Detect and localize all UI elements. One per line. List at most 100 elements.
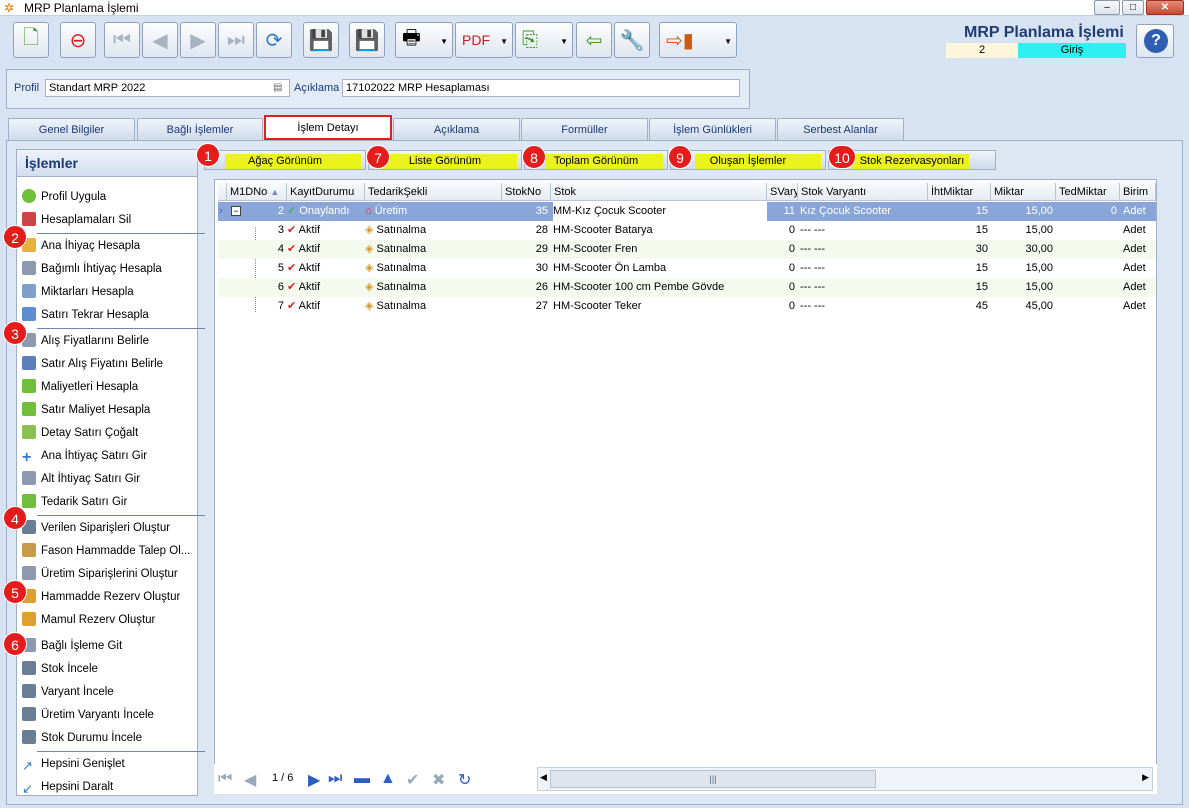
active-check-icon: ✔ bbox=[287, 262, 297, 274]
scroll-left-icon[interactable]: ◀ bbox=[540, 772, 547, 783]
column-header-stokno[interactable]: StokNo bbox=[502, 183, 551, 201]
tab-serbest-alanlar[interactable]: Serbest Alanlar bbox=[777, 118, 904, 140]
column-header-tedmiktar[interactable]: TedMiktar bbox=[1056, 183, 1120, 201]
maximize-button[interactable]: □ bbox=[1122, 0, 1144, 15]
sidebar-item-fason-hammadde[interactable]: Fason Hammadde Talep Ol... bbox=[22, 541, 196, 561]
tab-genel-bilgiler[interactable]: Genel Bilgiler bbox=[8, 118, 135, 140]
sidebar-item-satir-maliyet[interactable]: Satır Maliyet Hesapla bbox=[22, 400, 196, 420]
column-header-kayitdurumu[interactable]: KayıtDurumu bbox=[287, 183, 365, 201]
sidebar-item-ana-ihtiyac[interactable]: Ana İhiyaç Hesapla bbox=[22, 236, 196, 256]
column-header-ihtmiktar[interactable]: İhtMiktar bbox=[928, 183, 991, 201]
settings-button[interactable]: 🔧 bbox=[614, 22, 650, 58]
exit-button[interactable]: ⇨▮ ▼ bbox=[659, 22, 737, 58]
last-record-button[interactable]: ⏭ bbox=[218, 22, 254, 58]
tab-formuller[interactable]: Formüller bbox=[521, 118, 648, 140]
sidebar-item-alis-fiyatlari[interactable]: Alış Fiyatlarını Belirle bbox=[22, 331, 196, 351]
sidebar-item-maliyetleri-hesapla[interactable]: Maliyetleri Hesapla bbox=[22, 377, 196, 397]
tab-islem-detayi[interactable]: İşlem Detayı bbox=[264, 115, 392, 140]
print-button[interactable]: 🖶 ▼ bbox=[395, 22, 453, 58]
help-button[interactable]: ? bbox=[1136, 24, 1174, 58]
callout-badge: 6 bbox=[3, 632, 27, 656]
sidebar-item-stok-incele[interactable]: Stok İncele bbox=[22, 659, 196, 679]
tab-olusan-islemler[interactable]: Oluşan İşlemler bbox=[670, 150, 826, 170]
column-header-miktar[interactable]: Miktar bbox=[991, 183, 1056, 201]
sidebar-item-miktarlari-hesapla[interactable]: Miktarları Hesapla bbox=[22, 282, 196, 302]
sidebar-item-stok-durumu[interactable]: Stok Durumu İncele bbox=[22, 728, 196, 748]
table-row[interactable]: › − 2 ✓ Onaylandı ⌂ Üretim 35 MM-Kız Çoc… bbox=[218, 202, 1156, 221]
column-header-birim[interactable]: Birim bbox=[1120, 183, 1156, 201]
sidebar-item-hesaplamalari-sil[interactable]: Hesaplamaları Sil bbox=[22, 210, 196, 230]
supply-row-icon bbox=[22, 494, 36, 508]
close-button[interactable]: ✕ bbox=[1146, 0, 1184, 15]
sidebar-item-bagimli-ihtiyac[interactable]: Bağımlı İhtiyaç Hesapla bbox=[22, 259, 196, 279]
gear-icon bbox=[22, 707, 36, 721]
table-row[interactable]: 5 ✔ Aktif ◈ Satınalma 30 HM-Scooter Ön L… bbox=[218, 259, 1156, 278]
sidebar-item-bagli-isleme-git[interactable]: Bağlı İşleme Git bbox=[22, 636, 196, 656]
tab-bagli-islemler[interactable]: Bağlı İşlemler bbox=[137, 118, 263, 140]
sidebar-item-varyant-incele[interactable]: Varyant İncele bbox=[22, 682, 196, 702]
table-row[interactable]: 7 ✔ Aktif ◈ Satınalma 27 HM-Scooter Teke… bbox=[218, 297, 1156, 316]
sidebar-item-ana-ihtiyac-satiri[interactable]: + Ana İhtiyaç Satırı Gir bbox=[22, 446, 196, 466]
sidebar-item-mamul-rezerv[interactable]: Mamul Rezerv Oluştur bbox=[22, 610, 196, 630]
callout-badge: 4 bbox=[3, 506, 27, 530]
first-record-button[interactable]: ⏮ bbox=[104, 22, 140, 58]
table-row[interactable]: 4 ✔ Aktif ◈ Satınalma 29 HM-Scooter Fren… bbox=[218, 240, 1156, 259]
sidebar-item-hammadde-rezerv[interactable]: Hammadde Rezerv Oluştur bbox=[22, 587, 196, 607]
previous-icon: ◀ bbox=[152, 29, 168, 52]
save-button[interactable]: 💾 bbox=[303, 22, 339, 58]
column-header-m1dno[interactable]: M1DNo ▲ bbox=[227, 183, 287, 201]
table-row[interactable]: 3 ✔ Aktif ◈ Satınalma 28 HM-Scooter Bata… bbox=[218, 221, 1156, 240]
aciklama-field[interactable]: 17102022 MRP Hesaplaması bbox=[342, 79, 740, 97]
sidebar-item-tedarik-satiri[interactable]: Tedarik Satırı Gir bbox=[22, 492, 196, 512]
reserve-icon bbox=[22, 612, 36, 626]
profil-field[interactable]: Standart MRP 2022 bbox=[45, 79, 290, 97]
tab-liste-gorunum[interactable]: Liste Görünüm bbox=[368, 150, 522, 170]
collapse-node-icon[interactable]: − bbox=[231, 202, 241, 221]
column-header-tedariksekli[interactable]: TedarikŞekli bbox=[365, 183, 502, 201]
scroll-thumb[interactable]: ||| bbox=[550, 770, 876, 788]
sidebar-item-profil-uygula[interactable]: Profil Uygula bbox=[22, 187, 196, 207]
sidebar-item-satiri-tekrar[interactable]: Satırı Tekrar Hesapla bbox=[22, 305, 196, 325]
minimize-button[interactable]: ‒ bbox=[1094, 0, 1120, 15]
nav-up-icon[interactable]: ▲ bbox=[380, 770, 396, 788]
refresh-button[interactable]: ⟳ bbox=[256, 22, 292, 58]
nav-confirm-icon[interactable]: ✔ bbox=[406, 770, 419, 790]
import-button[interactable]: ⇦ bbox=[576, 22, 612, 58]
sidebar-item-detay-cogalt[interactable]: Detay Satırı Çoğalt bbox=[22, 423, 196, 443]
barcode-icon bbox=[22, 661, 36, 675]
sidebar-item-satir-alis-fiyati[interactable]: Satır Alış Fiyatını Belirle bbox=[22, 354, 196, 374]
sidebar-item-hepsini-daralt[interactable]: ↙ Hepsini Daralt bbox=[22, 777, 196, 797]
save-close-button[interactable]: 💾 bbox=[349, 22, 385, 58]
sidebar-item-uretim-varyanti[interactable]: Üretim Varyantı İncele bbox=[22, 705, 196, 725]
tab-islem-gunlukleri[interactable]: İşlem Günlükleri bbox=[649, 118, 776, 140]
sidebar-item-verilen-siparisler[interactable]: Verilen Siparişleri Oluştur bbox=[22, 518, 196, 538]
new-button[interactable]: 🗋 bbox=[13, 22, 49, 58]
delete-button[interactable]: ⊖ bbox=[60, 22, 96, 58]
scroll-right-icon[interactable]: ▶ bbox=[1142, 772, 1149, 783]
sidebar-item-hepsini-genislet[interactable]: ↗ Hepsini Genişlet bbox=[22, 754, 196, 774]
divider bbox=[37, 328, 205, 329]
nav-previous-icon[interactable]: ◀ bbox=[244, 770, 256, 790]
table-row[interactable]: 6 ✔ Aktif ◈ Satınalma 26 HM-Scooter 100 … bbox=[218, 278, 1156, 297]
sidebar-item-uretim-siparisleri[interactable]: Üretim Siparişlerini Oluştur bbox=[22, 564, 196, 584]
export-pdf-button[interactable]: PDF ▼ bbox=[455, 22, 513, 58]
column-header-stok[interactable]: Stok bbox=[551, 183, 767, 201]
nav-last-icon[interactable]: ⏭ bbox=[328, 770, 342, 788]
nav-next-icon[interactable]: ▶ bbox=[308, 770, 320, 790]
next-record-button[interactable]: ▶ bbox=[180, 22, 216, 58]
tab-agac-gorunum[interactable]: Ağaç Görünüm bbox=[204, 150, 366, 170]
collapse-icon: ↙ bbox=[22, 781, 33, 796]
nav-cancel-icon[interactable]: ✖ bbox=[432, 770, 445, 790]
copy-button[interactable]: ⎘ ▼ bbox=[515, 22, 573, 58]
nav-first-icon[interactable]: ⏮ bbox=[218, 770, 232, 788]
column-header-svary[interactable]: SVary bbox=[767, 183, 798, 201]
previous-record-button[interactable]: ◀ bbox=[142, 22, 178, 58]
callout-badge: 7 bbox=[366, 145, 390, 169]
nav-refresh-icon[interactable]: ↻ bbox=[458, 770, 471, 790]
tab-aciklama[interactable]: Açıklama bbox=[393, 118, 520, 140]
lookup-icon[interactable]: ▤ bbox=[273, 82, 282, 93]
sidebar-item-alt-ihtiyac-satiri[interactable]: Alt İhtiyaç Satırı Gir bbox=[22, 469, 196, 489]
nav-remove-icon[interactable]: ▬ bbox=[354, 770, 370, 788]
column-header-stok-varyanti[interactable]: Stok Varyantı bbox=[798, 183, 928, 201]
horizontal-scrollbar[interactable]: ◀ ||| ▶ bbox=[537, 767, 1153, 791]
